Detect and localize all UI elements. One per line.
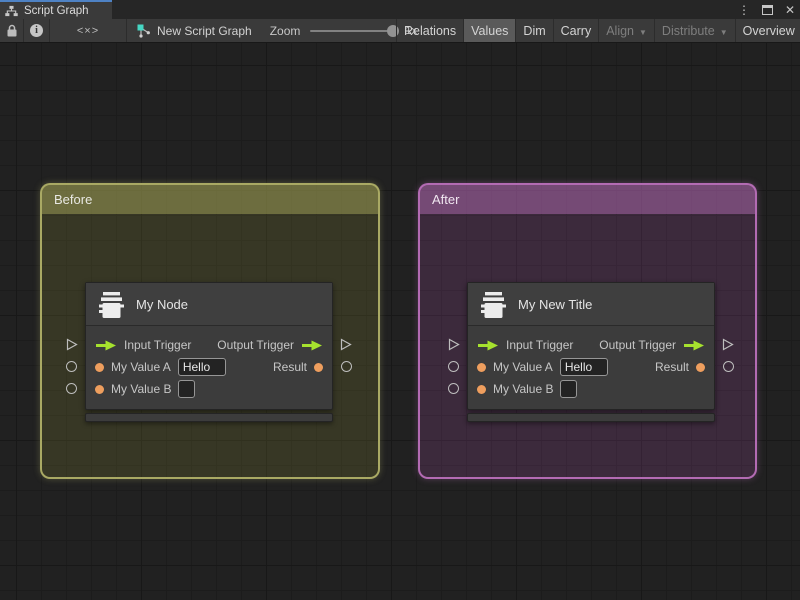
port-label: Input Trigger (506, 338, 574, 352)
port-row-value-b: My Value B (468, 378, 714, 400)
value-a-input[interactable] (177, 358, 226, 376)
zoom-control: Zoom 1x (270, 19, 417, 42)
port-row-trigger: Input Trigger Output Trigger (468, 334, 714, 356)
carry-button[interactable]: Carry (554, 19, 600, 42)
window-controls: ⋮ ✕ (738, 0, 795, 19)
overview-button[interactable]: Overview (736, 19, 800, 42)
port-label: My Value A (111, 360, 171, 374)
flow-out-arrow-icon[interactable] (683, 340, 705, 351)
group-title: After (432, 192, 460, 207)
port-label: My Value B (111, 382, 172, 396)
value-port-circle-icon[interactable] (448, 383, 459, 394)
unit-node-after[interactable]: My New Title Input Trigger Output Trigge (448, 282, 734, 422)
value-b-input[interactable] (178, 380, 196, 398)
value-port-circle-icon[interactable] (66, 383, 77, 394)
port-row-value-a: My Value A Result (468, 356, 714, 378)
flow-out-arrow-icon[interactable] (301, 340, 323, 351)
port-row-trigger: Input Trigger Output Trigger (86, 334, 332, 356)
flow-port-triangle-icon[interactable] (448, 338, 460, 351)
group-after-header[interactable]: After (420, 185, 755, 214)
value-port-dot[interactable] (95, 384, 104, 394)
graph-canvas[interactable]: Before After My Node Input Trigger Outpu… (0, 43, 800, 600)
lock-icon (7, 24, 16, 37)
flow-port-triangle-icon[interactable] (722, 338, 734, 351)
dim-button[interactable]: Dim (516, 19, 554, 42)
relations-button[interactable]: Relations (397, 19, 465, 42)
port-label: Result (272, 360, 307, 374)
unit-icon (99, 291, 124, 318)
value-port-circle-icon[interactable] (448, 361, 459, 372)
hierarchy-icon (5, 5, 18, 16)
node-body: Input Trigger Output Trigger My Value A … (86, 326, 332, 409)
value-port-dot[interactable] (696, 362, 705, 372)
tab-script-graph[interactable]: Script Graph (0, 0, 112, 19)
code-toggle-icon: <×> (76, 24, 100, 37)
chevron-down-icon: ▼ (719, 27, 728, 37)
maximize-icon[interactable] (761, 4, 773, 15)
node-title: My New Title (518, 296, 593, 312)
port-label: Output Trigger (217, 338, 294, 352)
zoom-slider[interactable] (310, 24, 400, 37)
chevron-down-icon: ▼ (639, 27, 647, 37)
node-header[interactable]: My Node (86, 283, 332, 326)
script-graph-window: Script Graph ⋮ ✕ i <×> New Script Graph … (0, 0, 800, 600)
flow-in-arrow-icon[interactable] (95, 340, 117, 351)
distribute-button[interactable]: Distribute ▼ (655, 19, 736, 42)
node-body: Input Trigger Output Trigger My Value A … (468, 326, 714, 409)
port-label: Input Trigger (124, 338, 192, 352)
tab-title: Script Graph (24, 4, 89, 17)
lock-button[interactable] (0, 19, 24, 42)
value-port-dot[interactable] (477, 362, 486, 372)
values-button[interactable]: Values (464, 19, 517, 42)
value-port-circle-icon[interactable] (66, 361, 77, 372)
group-before-header[interactable]: Before (42, 185, 378, 214)
value-b-input[interactable] (560, 380, 578, 398)
value-port-dot[interactable] (314, 362, 323, 372)
node-footer (467, 413, 715, 422)
port-label: Output Trigger (599, 338, 676, 352)
value-port-circle-icon[interactable] (341, 361, 352, 372)
node-header[interactable]: My New Title (468, 283, 714, 326)
info-icon: i (30, 24, 43, 37)
value-port-dot[interactable] (477, 384, 486, 394)
menu-dots-icon[interactable]: ⋮ (738, 4, 750, 16)
value-port-circle-icon[interactable] (723, 361, 734, 372)
info-button[interactable]: i (24, 19, 50, 42)
node-title: My Node (136, 296, 189, 312)
flow-port-triangle-icon[interactable] (340, 338, 352, 351)
node-main: My New Title Input Trigger Output Trigge (467, 282, 715, 410)
unit-node-before[interactable]: My Node Input Trigger Output Trigger My … (66, 282, 352, 422)
node-footer (85, 413, 333, 422)
value-port-dot[interactable] (95, 362, 104, 372)
script-graph-icon (137, 24, 150, 38)
unit-icon (481, 291, 506, 318)
flow-in-arrow-icon[interactable] (477, 340, 499, 351)
view-buttons: Relations Values Dim Carry Align ▼ Distr… (396, 19, 800, 42)
graph-title: New Script Graph (157, 23, 252, 38)
node-main: My Node Input Trigger Output Trigger My … (85, 282, 333, 410)
value-a-input[interactable] (559, 358, 608, 376)
graph-name: New Script Graph (127, 19, 262, 42)
port-row-value-b: My Value B (86, 378, 332, 400)
tab-bar: Script Graph ⋮ ✕ (0, 0, 800, 19)
group-title: Before (54, 192, 93, 207)
zoom-label: Zoom (269, 23, 301, 38)
port-label: My Value B (493, 382, 554, 396)
graph-toolbar: i <×> New Script Graph Zoom 1x Relations… (0, 19, 800, 43)
port-label: Result (654, 360, 689, 374)
port-label: My Value A (493, 360, 553, 374)
align-button[interactable]: Align ▼ (599, 19, 655, 42)
port-row-value-a: My Value A Result (86, 356, 332, 378)
code-toggle-button[interactable]: <×> (50, 19, 127, 42)
close-icon[interactable]: ✕ (785, 4, 795, 16)
flow-port-triangle-icon[interactable] (66, 338, 78, 351)
